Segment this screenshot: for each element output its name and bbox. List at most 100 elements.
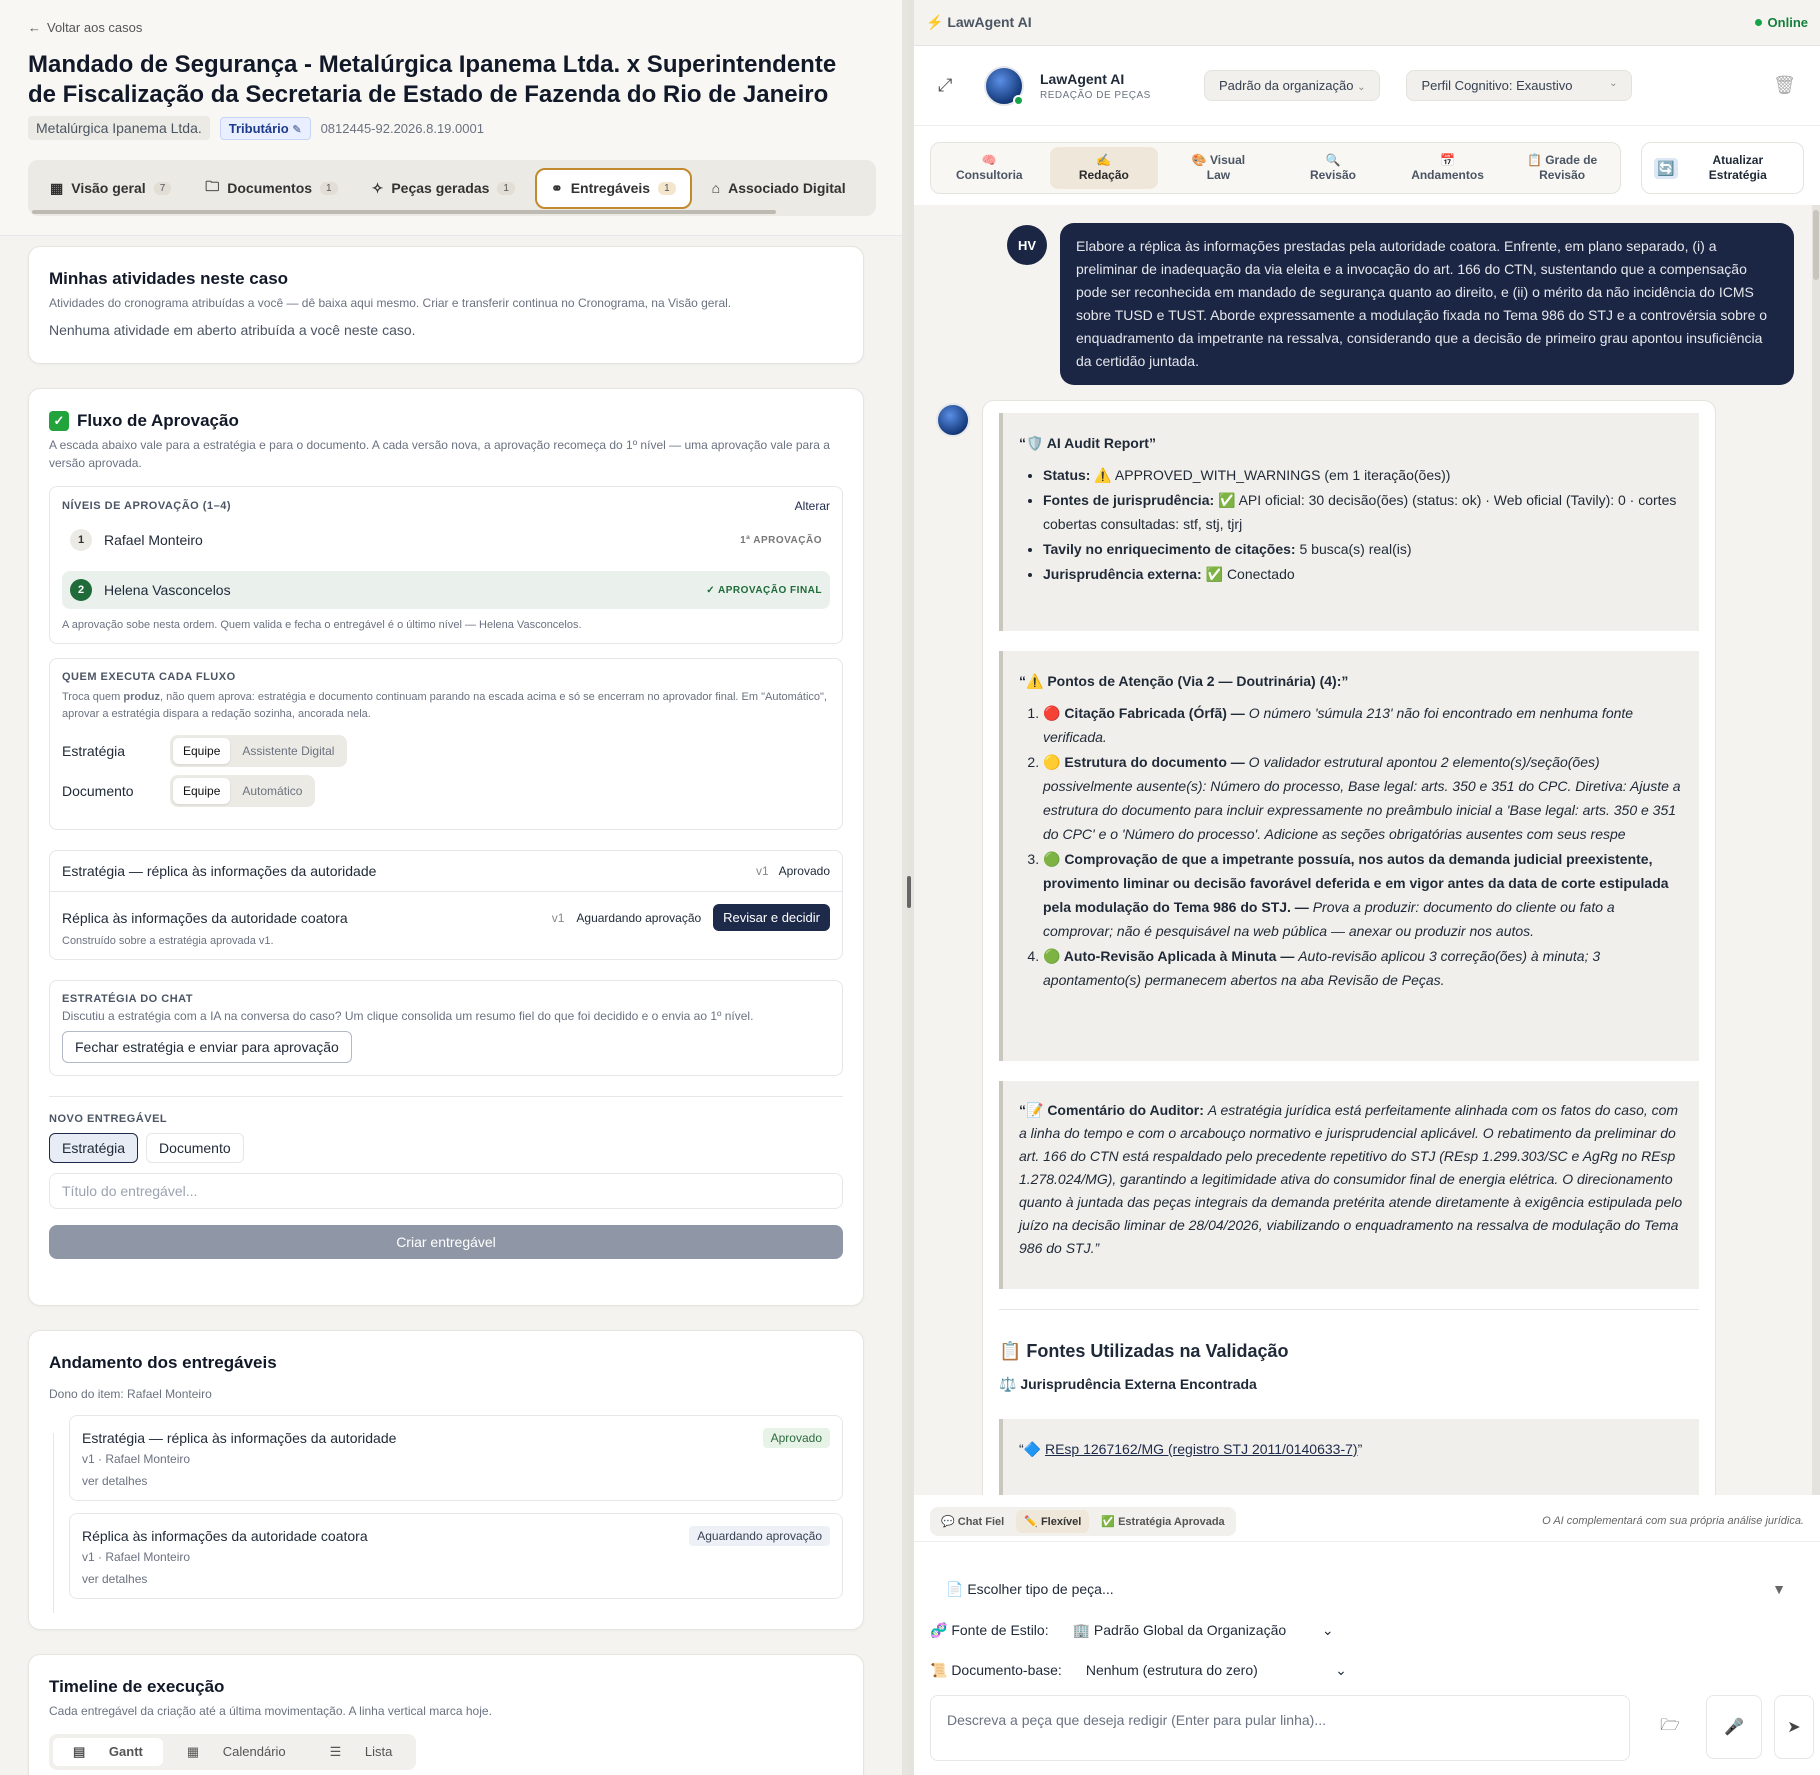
process-number: 0812445-92.2026.8.19.0001: [320, 120, 484, 136]
timeline-title: Timeline de execução: [49, 1677, 225, 1696]
online-status: Online: [1754, 15, 1808, 30]
tag-icon: ✎: [292, 123, 302, 136]
agent-info: LawAgent AI REDAÇÃO DE PEÇAS: [1040, 70, 1151, 101]
chip-flexivel[interactable]: ✏️ Flexível: [1016, 1510, 1090, 1533]
progress-item[interactable]: Réplica às informações da autoridade coa…: [69, 1513, 843, 1599]
progress-card: Andamento dos entregáveis Dono do item: …: [28, 1330, 864, 1630]
activities-card: Minhas atividades neste caso Atividades …: [28, 246, 864, 364]
tab-generated[interactable]: ✧ Peças geradas 1: [358, 170, 529, 207]
audit-report: “🛡️ AI Audit Report” Status: ⚠️ APPROVED…: [999, 413, 1699, 631]
link-icon: ⚭: [550, 179, 563, 196]
send-icon[interactable]: ➤: [1774, 1695, 1814, 1759]
refresh-icon: 🔄: [1654, 157, 1678, 179]
auditor-comment: “📝 Comentário do Auditor: A estratégia j…: [999, 1081, 1699, 1289]
create-deliverable-button[interactable]: Criar entregável: [49, 1225, 843, 1259]
case-meta: Metalúrgica Ipanema Ltda. Tributário ✎ 0…: [28, 116, 484, 140]
chat-area: HV Elabore a réplica às informações pres…: [914, 205, 1820, 1495]
microphone-icon[interactable]: 🎤: [1706, 1695, 1762, 1759]
mode-consultoria[interactable]: 🧠 Consultoria: [935, 147, 1044, 189]
option-team[interactable]: Equipe: [173, 778, 231, 804]
strategy-executor-toggle: Equipe Assistente Digital: [170, 735, 348, 767]
mode-row: 🧠 Consultoria ✍️ Redação 🎨 Visual Law 🔍 Rev…: [914, 126, 1820, 194]
type-strategy-button[interactable]: Estratégia: [49, 1133, 139, 1163]
chevron-down-icon: ⌄: [1357, 82, 1366, 93]
level-row: 1 Rafael Monteiro 1ª APROVAÇÃO: [62, 521, 830, 559]
details-link[interactable]: ver detalhes: [82, 1474, 830, 1488]
status-dot-icon: [1754, 19, 1762, 26]
list-icon: ☰: [329, 1744, 345, 1759]
progress-item[interactable]: Estratégia — réplica às informações da a…: [69, 1415, 843, 1501]
status-text: Aprovado: [778, 864, 830, 878]
tab-documents[interactable]: 🗀 Documentos 1: [191, 166, 351, 210]
ai-topbar: ⚡ LawAgent AI Online: [914, 0, 1820, 46]
attention-points: “⚠️ Pontos de Atenção (Via 2 — Doutrinár…: [999, 651, 1699, 1061]
option-team[interactable]: Equipe: [173, 738, 231, 764]
strategy-executor-row: Estratégia Equipe Assistente Digital: [62, 735, 830, 767]
resize-handle[interactable]: [907, 876, 911, 908]
mode-revisao[interactable]: 🔍 Revisão: [1279, 147, 1388, 189]
area-badge[interactable]: Tributário ✎: [219, 116, 311, 140]
mode-andamentos[interactable]: 📅 Andamentos: [1393, 147, 1502, 189]
trash-icon[interactable]: 🗑: [1773, 75, 1796, 96]
status-badge: Aprovado: [762, 1428, 830, 1448]
folder-icon[interactable]: 🗁: [1642, 1695, 1698, 1759]
mode-grade-revisao[interactable]: 📋 Grade de Revisão: [1508, 147, 1617, 189]
details-link[interactable]: ver detalhes: [82, 1572, 830, 1586]
cognitive-profile-select[interactable]: Perfil Cognitivo: Exaustivo ⌄: [1406, 70, 1633, 101]
check-icon: ✓: [49, 411, 69, 431]
mode-redacao[interactable]: ✍️ Redação: [1049, 147, 1159, 189]
composer-controls: 💬 Chat Fiel ✏️ Flexível ✅ Estratégia Apr…: [914, 1495, 1820, 1775]
ai-panel: ⚡ LawAgent AI Online ⤢ LawAgent AI REDAÇ…: [914, 0, 1820, 1775]
back-link[interactable]: ← Voltar aos casos: [28, 20, 142, 35]
status-text: Aguardando aprovação: [576, 910, 702, 925]
brain-icon: 🧠: [981, 153, 997, 167]
timeline-subtitle: Cada entregável da criação até a última …: [49, 1704, 492, 1718]
ai-brand: ⚡ LawAgent AI: [926, 14, 1032, 30]
tab-more[interactable]: ⚙: [866, 170, 876, 207]
option-automatic[interactable]: Automático: [232, 778, 312, 804]
mode-visual-law[interactable]: 🎨 Visual Law: [1164, 147, 1273, 189]
source-item: “🔷 REsp 1267162/MG (registro STJ 2011/01…: [999, 1419, 1699, 1495]
style-source-select[interactable]: 🏢 Padrão Global da Organização ⌄: [1061, 1618, 1346, 1643]
chip-chat-fiel[interactable]: 💬 Chat Fiel: [933, 1510, 1012, 1533]
type-document-button[interactable]: Documento: [146, 1133, 244, 1163]
chat-scroll-thumb[interactable]: [1813, 210, 1819, 280]
base-document-select[interactable]: Nenhum (estrutura do zero) ⌄: [1074, 1658, 1359, 1683]
tab-overview[interactable]: ▦ Visão geral 7: [36, 170, 185, 207]
piece-type-select[interactable]: 📄 Escolher tipo de peça... ▼: [930, 1571, 1802, 1607]
tab-deliverables[interactable]: ⚭ Entregáveis 1: [534, 167, 692, 209]
page-title: Mandado de Segurança - Metalúrgica Ipane…: [28, 51, 837, 108]
review-decide-button[interactable]: Revisar e decidir: [713, 904, 830, 931]
tab-digital-associate[interactable]: ⌂ Associado Digital: [698, 170, 860, 206]
view-list[interactable]: ☰ Lista: [310, 1738, 413, 1766]
chip-strategy-approved[interactable]: ✅ Estratégia Aprovada: [1093, 1510, 1232, 1533]
levels-label: NÍVEIS DE APROVAÇÃO (1–4): [62, 500, 231, 512]
composer-input[interactable]: Descreva a peça que deseja redigir (Ente…: [930, 1695, 1630, 1761]
organization-select[interactable]: Padrão da organização ⌄: [1204, 70, 1381, 101]
approval-flow-card: ✓ Fluxo de Aprovação A escada abaixo vale…: [28, 388, 864, 1306]
view-calendar[interactable]: ▦ Calendário: [167, 1738, 306, 1766]
mode-tabs: 🧠 Consultoria ✍️ Redação 🎨 Visual Law 🔍 Rev…: [930, 142, 1622, 194]
deliverables-list: Estratégia — réplica às informações da a…: [49, 850, 843, 960]
flow-subtitle: A escada abaixo vale para a estratégia e…: [49, 438, 830, 470]
view-gantt[interactable]: ▤ Gantt: [53, 1738, 163, 1766]
activities-title: Minhas atividades neste caso: [49, 269, 289, 288]
chevron-down-icon: ⌄: [1335, 1662, 1347, 1678]
timeline-card: Timeline de execução Cada entregável da …: [28, 1654, 864, 1775]
chat-scrollbar[interactable]: [1812, 205, 1820, 1495]
source-link[interactable]: REsp 1267162/MG (registro STJ 2011/01406…: [1045, 1441, 1358, 1457]
deliverable-title-input[interactable]: Título do entregável...: [49, 1173, 843, 1209]
level-row-final: 2 Helena Vasconcelos ✓ APROVAÇÃO FINAL: [62, 571, 830, 609]
sparkle-icon: ✧: [371, 179, 384, 196]
close-strategy-button[interactable]: Fechar estratégia e enviar para aprovaçã…: [62, 1031, 352, 1063]
user-avatar: HV: [1007, 225, 1047, 265]
tabs-scrollbar[interactable]: [32, 210, 776, 214]
change-levels-link[interactable]: Alterar: [795, 499, 830, 513]
update-strategy-button[interactable]: 🔄 Atualizar Estratégia: [1641, 142, 1804, 194]
option-digital-assistant[interactable]: Assistente Digital: [232, 738, 344, 764]
expand-icon[interactable]: ⤢: [938, 75, 968, 96]
activities-subtitle: Atividades do cronograma atribuídas a vo…: [49, 296, 732, 310]
progress-title: Andamento dos entregáveis: [49, 1353, 277, 1372]
chevron-down-icon: ⌄: [1321, 1622, 1334, 1638]
deliverable-row[interactable]: Estratégia — réplica às informações da a…: [50, 851, 842, 892]
